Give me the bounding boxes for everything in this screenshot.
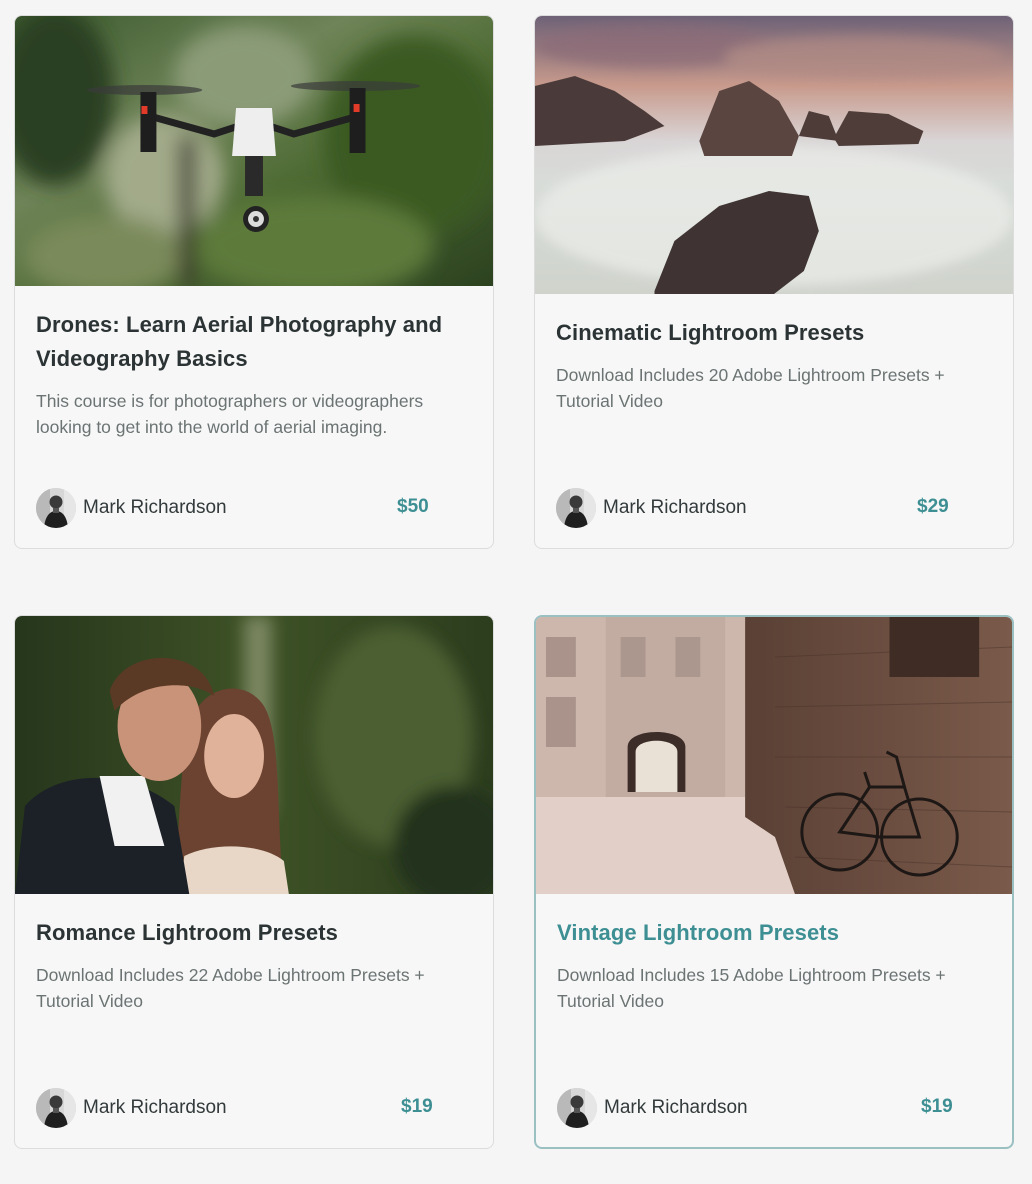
course-card-vintage[interactable]: Vintage Lightroom Presets Download Inclu…	[534, 615, 1014, 1149]
author-avatar	[36, 1088, 76, 1128]
author-avatar	[556, 488, 596, 528]
author-avatar	[557, 1088, 597, 1128]
drone-photo	[15, 16, 493, 286]
price: $19	[401, 1096, 433, 1117]
author-avatar	[36, 488, 76, 528]
price: $19	[921, 1096, 953, 1117]
author[interactable]: Mark Richardson	[556, 488, 747, 528]
author-name: Mark Richardson	[83, 1097, 227, 1118]
course-title[interactable]: Drones: Learn Aerial Photography and Vid…	[36, 308, 463, 376]
course-description: Download Includes 22 Adobe Lightroom Pre…	[36, 965, 425, 1011]
author-name: Mark Richardson	[83, 497, 227, 518]
author[interactable]: Mark Richardson	[557, 1088, 748, 1128]
course-description: This course is for photographers or vide…	[36, 391, 424, 437]
course-title[interactable]: Cinematic Lightroom Presets	[556, 316, 983, 350]
author[interactable]: Mark Richardson	[36, 1088, 227, 1128]
price: $50	[397, 496, 429, 517]
course-description: Download Includes 15 Adobe Lightroom Pre…	[557, 965, 946, 1011]
author-name: Mark Richardson	[604, 1097, 748, 1118]
course-description: Download Includes 20 Adobe Lightroom Pre…	[556, 365, 945, 411]
course-card-drones[interactable]: Drones: Learn Aerial Photography and Vid…	[14, 15, 494, 549]
course-card-romance[interactable]: Romance Lightroom Presets Download Inclu…	[14, 615, 494, 1149]
course-card-cinematic[interactable]: Cinematic Lightroom Presets Download Inc…	[534, 15, 1014, 549]
seascape-rocks-photo	[535, 16, 1013, 294]
author[interactable]: Mark Richardson	[36, 488, 227, 528]
course-title[interactable]: Vintage Lightroom Presets	[557, 916, 982, 950]
course-title[interactable]: Romance Lightroom Presets	[36, 916, 463, 950]
price: $29	[917, 496, 949, 517]
couple-portrait-photo	[15, 616, 493, 894]
vintage-bicycle-photo	[536, 617, 1012, 894]
author-name: Mark Richardson	[603, 497, 747, 518]
